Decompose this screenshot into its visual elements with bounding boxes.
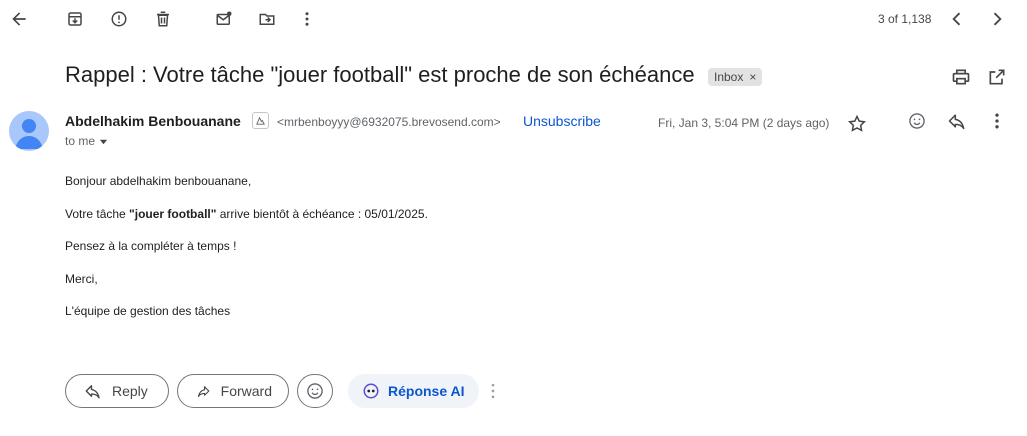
ai-reply-button[interactable]: Réponse AI	[348, 374, 479, 408]
recipients-label: to me	[65, 134, 96, 148]
forward-arrow-icon	[197, 386, 210, 398]
task-name: "jouer football"	[129, 207, 217, 221]
forward-label: Forward	[220, 383, 272, 399]
back-arrow-icon[interactable]	[7, 7, 31, 31]
delete-icon[interactable]	[151, 7, 175, 31]
remove-label-icon[interactable]: ×	[749, 70, 756, 84]
move-to-icon[interactable]	[255, 7, 279, 31]
emoji-reaction-button[interactable]	[297, 374, 333, 408]
open-in-new-window-icon[interactable]	[985, 65, 1009, 89]
body-thanks: Merci,	[65, 272, 98, 286]
body-reminder: Pensez à la compléter à temps !	[65, 239, 237, 253]
ai-reply-label: Réponse AI	[388, 383, 465, 399]
emoji-icon	[307, 383, 323, 399]
more-options-icon[interactable]	[985, 109, 1009, 133]
sender-info-icon[interactable]	[252, 112, 269, 129]
body-greeting: Bonjour abdelhakim benbouanane,	[65, 174, 252, 188]
task-prefix: Votre tâche	[65, 207, 130, 221]
body-signature: L'équipe de gestion des tâches	[65, 304, 231, 318]
sender-avatar[interactable]	[9, 111, 49, 151]
reply-icon[interactable]	[945, 109, 969, 133]
mark-unread-icon[interactable]	[212, 7, 236, 31]
star-icon[interactable]	[845, 112, 869, 136]
ai-sparkle-icon	[363, 383, 379, 399]
task-suffix: arrive bientôt à échéance : 05/01/2025.	[216, 207, 428, 221]
reply-button[interactable]: Reply	[65, 374, 169, 408]
print-icon[interactable]	[949, 65, 973, 89]
archive-icon[interactable]	[63, 7, 87, 31]
inbox-label-chip[interactable]: Inbox ×	[708, 68, 763, 86]
report-spam-icon[interactable]	[107, 7, 131, 31]
message-counter: 3 of 1,138	[878, 12, 932, 26]
caret-down-icon	[99, 139, 108, 144]
chevron-left-icon[interactable]	[945, 7, 969, 31]
chevron-right-icon[interactable]	[985, 7, 1009, 31]
unsubscribe-link[interactable]: Unsubscribe	[523, 113, 601, 129]
reply-label: Reply	[112, 383, 148, 399]
more-vert-icon[interactable]	[295, 7, 319, 31]
body-line-task: Votre tâche "jouer football" arrive bien…	[65, 207, 428, 221]
sender-email: <mrbenboyyy@6932075.brevosend.com>	[277, 115, 501, 129]
inbox-label-text: Inbox	[714, 70, 744, 84]
reply-arrow-icon	[85, 385, 100, 399]
add-reaction-icon[interactable]	[905, 109, 929, 133]
email-subject: Rappel : Votre tâche "jouer football" es…	[65, 62, 695, 87]
sender-name[interactable]: Abdelhakim Benbouanane	[65, 113, 241, 129]
recipients-toggle[interactable]: to me	[65, 134, 108, 148]
email-date: Fri, Jan 3, 5:04 PM (2 days ago)	[658, 116, 830, 130]
forward-button[interactable]: Forward	[177, 374, 289, 408]
more-actions-icon[interactable]	[481, 379, 505, 403]
